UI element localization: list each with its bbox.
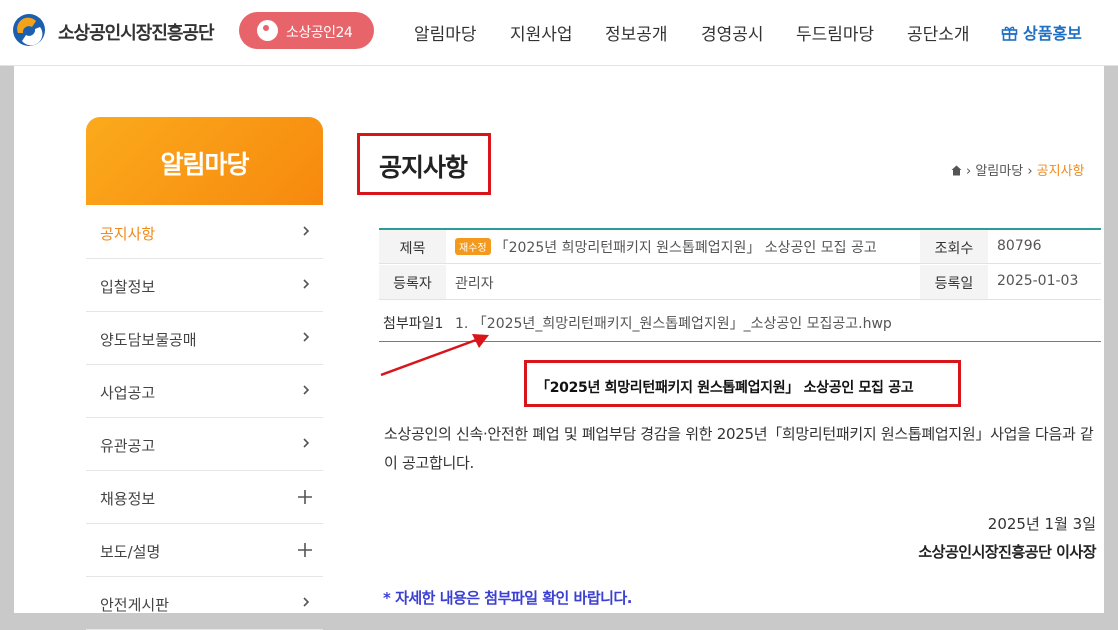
- breadcrumb-parent[interactable]: 알림마당: [975, 164, 1023, 179]
- red-arrow-annotation: [380, 334, 489, 377]
- sosanggongin24-button[interactable]: 소상공인24: [239, 12, 374, 49]
- signature: 소상공인시장진흥공단 이사장: [918, 543, 1096, 561]
- breadcrumb-separator: ›: [1023, 164, 1037, 179]
- chevron-right-icon: [303, 226, 310, 236]
- nav-item-support[interactable]: 지원사업: [510, 20, 573, 45]
- plus-icon: [298, 543, 312, 557]
- subject-text: 「2025년 희망리턴패키지 원스톱폐업지원」 소상공인 모집 공고: [494, 240, 877, 256]
- attachment-link[interactable]: 1. 「2025년_희망리턴패키지_원스톱폐업지원」_소상공인 모집공고.hwp: [455, 313, 892, 333]
- chevron-right-icon: [303, 279, 310, 289]
- sidebar-item-label: 공지사항: [100, 225, 156, 243]
- table-row: 등록자 관리자 등록일 2025-01-03: [379, 265, 1101, 300]
- sidebar-title: 알림마당: [160, 150, 249, 179]
- sidebar-item-label: 안전게시판: [100, 596, 170, 614]
- page-title-box: 공지사항: [357, 133, 491, 195]
- nav-item-about[interactable]: 공단소개: [907, 20, 970, 45]
- p-logo-icon: [257, 20, 278, 41]
- sidebar-item-related-notice[interactable]: 유관공고: [86, 418, 323, 471]
- table-row: 제목 재수정 「2025년 희망리턴패키지 원스톱폐업지원」 소상공인 모집 공고…: [379, 230, 1101, 264]
- date-value: 2025-01-03: [997, 273, 1079, 289]
- plus-icon: [298, 490, 312, 504]
- nav-item-disclosure[interactable]: 정보공개: [605, 20, 668, 45]
- sidebar-item-safety-board[interactable]: 안전게시판: [86, 577, 323, 630]
- nav-item-notice[interactable]: 알림마당: [414, 20, 477, 45]
- site-header: 소상공인시장진흥공단 소상공인24 알림마당 지원사업 정보공개 경영공시 두드…: [0, 0, 1118, 66]
- breadcrumb-separator: ›: [966, 164, 976, 179]
- sidebar-item-label: 보도/설명: [100, 543, 161, 561]
- sidebar-item-recruit[interactable]: 채용정보: [86, 471, 323, 524]
- post-headline: 「2025년 희망리턴패키지 원스톱폐업지원」 소상공인 모집 공고: [536, 380, 914, 396]
- attachment-note: * 자세한 내용은 첨부파일 확인 바랍니다.: [383, 589, 632, 607]
- views-count: 80796: [997, 238, 1042, 254]
- breadcrumb: › 알림마당 › 공지사항: [951, 160, 1085, 179]
- sign-date: 2025년 1월 3일: [987, 515, 1096, 533]
- nav-item-dodream[interactable]: 두드림마당: [796, 20, 874, 45]
- chevron-right-icon: [303, 385, 310, 395]
- subject-header: 제목: [379, 230, 446, 263]
- chevron-right-icon: [303, 332, 310, 342]
- sidebar-item-label: 양도담보물공매: [100, 331, 197, 349]
- gift-icon: [1001, 26, 1018, 41]
- org-logo-icon[interactable]: [10, 13, 48, 47]
- sidebar-item-press[interactable]: 보도/설명: [86, 524, 323, 577]
- pill-label: 소상공인24: [286, 25, 353, 41]
- page-title: 공지사항: [379, 153, 468, 182]
- home-icon[interactable]: [951, 165, 962, 176]
- post-body: 소상공인의 신속·안전한 폐업 및 폐업부담 경감을 위한 2025년「희망리턴…: [384, 425, 1094, 472]
- breadcrumb-current: 공지사항: [1036, 164, 1085, 179]
- post-subject: 재수정 「2025년 희망리턴패키지 원스톱폐업지원」 소상공인 모집 공고: [455, 237, 877, 257]
- sidebar-item-bid[interactable]: 입찰정보: [86, 259, 323, 312]
- promo-link[interactable]: 상품홍보: [1001, 20, 1082, 44]
- promo-label: 상품홍보: [1023, 24, 1082, 43]
- headline-highlight-box: 「2025년 희망리턴패키지 원스톱폐업지원」 소상공인 모집 공고: [524, 360, 961, 407]
- date-header: 등록일: [920, 265, 988, 299]
- sidebar-item-business-notice[interactable]: 사업공고: [86, 365, 323, 418]
- sidebar-item-collateral-auction[interactable]: 양도담보물공매: [86, 312, 323, 365]
- views-header: 조회수: [920, 230, 988, 263]
- revision-badge: 재수정: [455, 238, 491, 255]
- chevron-right-icon: [303, 438, 310, 448]
- chevron-right-icon: [303, 597, 310, 607]
- sidebar-item-label: 입찰정보: [100, 278, 156, 296]
- author-value: 관리자: [455, 276, 494, 292]
- author-header: 등록자: [379, 265, 446, 299]
- sidebar-item-notice[interactable]: 공지사항: [86, 206, 323, 259]
- sidebar-item-label: 사업공고: [100, 384, 156, 402]
- sidebar-item-label: 유관공고: [100, 437, 156, 455]
- sidebar-item-label: 채용정보: [100, 490, 156, 508]
- nav-item-management[interactable]: 경영공시: [701, 20, 764, 45]
- org-name[interactable]: 소상공인시장진흥공단: [58, 19, 215, 45]
- sidebar-header: 알림마당: [86, 117, 323, 205]
